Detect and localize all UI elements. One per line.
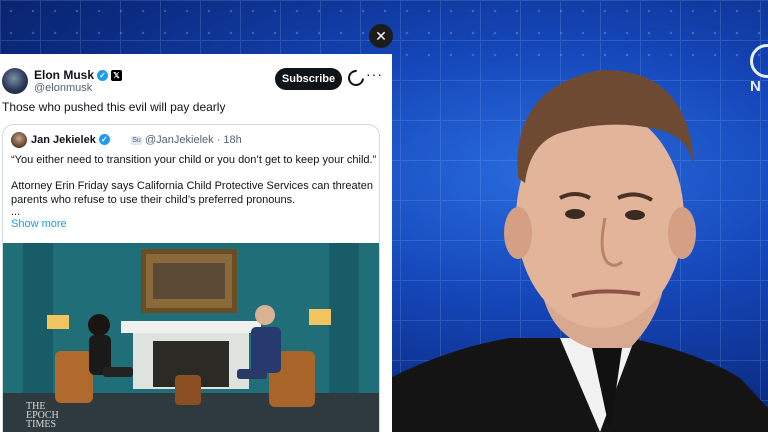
author-name: Elon Musk [34, 68, 95, 82]
close-button[interactable]: ✕ [369, 24, 393, 48]
grok-icon[interactable] [344, 66, 368, 90]
quoted-author-row[interactable]: Jan Jekielek ✓ [31, 134, 110, 146]
quoted-author-name: Jan Jekielek [31, 134, 96, 146]
author-name-row[interactable]: Elon Musk ✓ 𝕏 [34, 68, 123, 82]
quoted-tweet[interactable]: Jan Jekielek ✓ Su @JanJekielek · 18h “You … [2, 124, 380, 432]
quote-line: ... [11, 206, 21, 218]
subscriber-badge-icon: Su [131, 136, 142, 145]
quote-line: parents who refuse to use their child’s … [11, 194, 296, 206]
speaker-photo [360, 69, 768, 432]
tweet-text: Those who pushed this evil will pay dear… [2, 100, 226, 114]
more-icon[interactable]: ··· [366, 66, 383, 82]
quoted-avatar[interactable] [11, 132, 27, 148]
quote-line: “You either need to transition your chil… [11, 154, 377, 166]
quoted-meta: Su @JanJekielek · 18h [131, 134, 242, 146]
close-icon: ✕ [375, 28, 387, 44]
watermark-line: TIMES [26, 419, 56, 430]
author-handle[interactable]: @elonmusk [34, 82, 92, 94]
verified-icon: ✓ [97, 70, 109, 81]
x-logo-icon: 𝕏 [111, 70, 123, 81]
tweet-header: Elon Musk ✓ 𝕏 @elonmusk Subscribe ··· [0, 60, 392, 104]
quoted-handle-time: @JanJekielek · 18h [145, 134, 242, 146]
epoch-times-watermark: THE EPOCH TIMES [26, 402, 59, 430]
avatar[interactable] [2, 68, 28, 94]
tweet-card: Elon Musk ✓ 𝕏 @elonmusk Subscribe ··· Thos… [0, 54, 392, 432]
subscribe-button[interactable]: Subscribe [275, 68, 342, 90]
verified-icon: ✓ [98, 134, 110, 145]
video-player[interactable] [3, 243, 379, 432]
quote-line: Attorney Erin Friday says California Chi… [11, 180, 373, 192]
show-more-link[interactable]: Show more [11, 218, 67, 230]
video-frame [3, 243, 379, 432]
